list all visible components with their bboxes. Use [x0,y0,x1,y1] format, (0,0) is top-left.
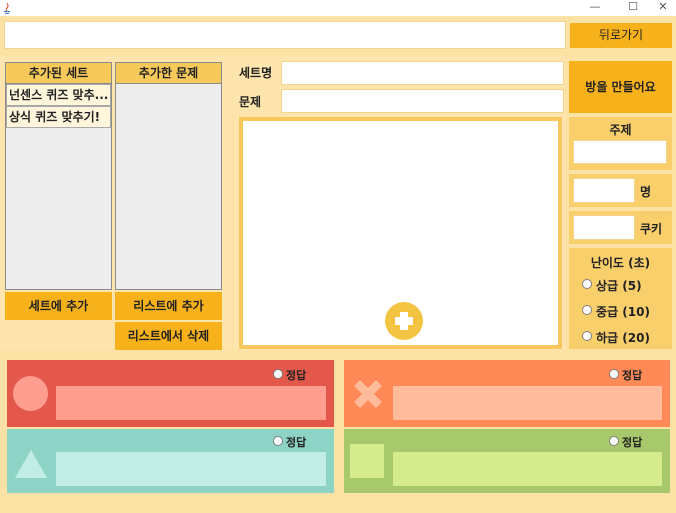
back-button[interactable]: 뒤로가기 [570,23,672,48]
difficulty-label: 난이도 (초) [590,256,651,270]
questions-list-header: 추가한 문제 [115,62,222,84]
cookie-unit-label: 쿠키 [640,222,663,236]
answer-triangle-correct-label: 정답 [286,436,307,449]
question-input[interactable] [281,89,564,113]
cross-icon [354,380,382,408]
people-unit-label: 명 [640,185,652,199]
triangle-icon [15,450,47,478]
topic-input[interactable] [573,140,667,164]
difficulty-hard-radio[interactable] [582,279,592,289]
add-image-button[interactable] [385,302,423,340]
cookie-count-input[interactable] [573,215,635,240]
answer-circle-correct-label: 정답 [286,369,307,382]
answer-square-correct-label: 정답 [622,436,643,449]
sets-list[interactable]: 넌센스 퀴즈 맞추... 상식 퀴즈 맞추기! [5,83,112,290]
people-count-input[interactable] [573,178,635,203]
java-app-icon [4,2,10,14]
difficulty-medium-radio[interactable] [582,305,592,315]
set-name-label: 세트명 [239,66,273,80]
answer-cross-correct-label: 정답 [622,369,643,382]
answer-cross-correct-radio[interactable] [609,369,619,379]
answer-circle-input[interactable] [56,386,326,420]
window-titlebar [0,0,676,16]
topic-label: 주제 [609,123,632,137]
delete-from-list-button[interactable]: 리스트에서 삭제 [115,322,222,350]
close-button[interactable]: ✕ [648,0,676,16]
make-room-button[interactable]: 방을 만들어요 [569,61,672,113]
difficulty-medium-label: 중급 (10) [596,305,650,319]
answer-triangle-input[interactable] [56,452,326,486]
question-label: 문제 [239,95,262,109]
plus-icon [395,312,413,330]
circle-icon [13,376,48,411]
set-name-input[interactable] [281,61,564,85]
answer-square-correct-radio[interactable] [609,436,619,446]
difficulty-easy-radio[interactable] [582,331,592,341]
maximize-button[interactable]: ☐ [618,0,648,16]
difficulty-easy-label: 하급 (20) [596,331,650,345]
top-search-field[interactable] [4,21,566,49]
square-icon [350,444,384,478]
answer-cross-input[interactable] [393,386,662,420]
answer-triangle-correct-radio[interactable] [273,436,283,446]
difficulty-hard-label: 상급 (5) [596,279,642,293]
minimize-button[interactable]: — [580,0,610,16]
answer-circle-correct-radio[interactable] [273,369,283,379]
list-item[interactable]: 넌센스 퀴즈 맞추... [6,84,111,106]
sets-list-header: 추가된 세트 [5,62,112,84]
answer-square-input[interactable] [393,452,662,486]
add-to-set-button[interactable]: 세트에 추가 [5,292,112,320]
questions-list[interactable] [115,83,222,290]
add-to-list-button[interactable]: 리스트에 추가 [115,292,222,320]
list-item[interactable]: 상식 퀴즈 맞추기! [6,106,111,128]
